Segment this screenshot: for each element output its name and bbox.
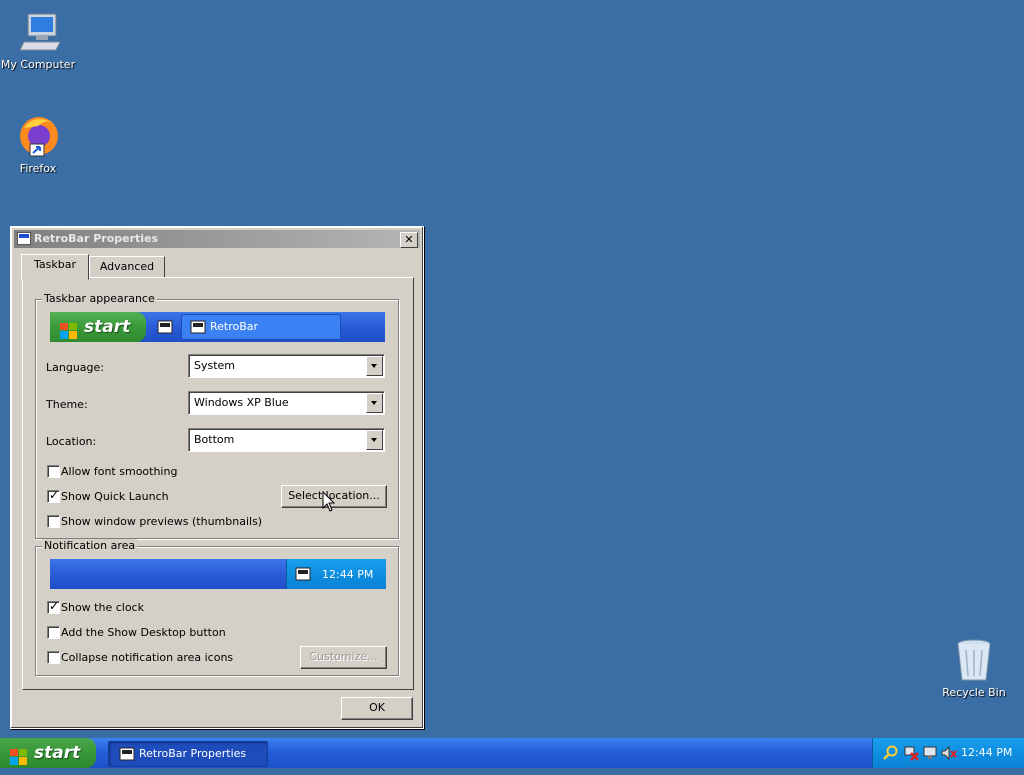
location-select[interactable]: Bottom — [188, 428, 385, 452]
checkbox-box[interactable]: ✓ — [47, 488, 60, 503]
preview-start-label: start — [84, 317, 131, 337]
tab-taskbar[interactable]: Taskbar — [21, 254, 89, 280]
search-icon[interactable] — [883, 745, 899, 761]
language-label: Language: — [46, 361, 104, 374]
preview-clock: 12:44 PM — [322, 568, 374, 581]
group-label: Taskbar appearance — [42, 292, 157, 305]
desktop-icon-label: Firefox — [19, 162, 57, 175]
recycle-bin-icon — [950, 636, 998, 684]
retrobar-icon — [119, 746, 135, 762]
system-tray: 12:44 PM — [872, 738, 1024, 768]
theme-select[interactable]: Windows XP Blue — [188, 391, 385, 415]
close-icon: ✕ — [404, 233, 414, 246]
mouse-cursor-icon — [322, 490, 336, 513]
checkbox-label: Show Quick Launch — [61, 490, 169, 503]
checkmark-icon: ✓ — [49, 488, 60, 502]
volume-muted-icon[interactable] — [941, 745, 957, 761]
checkbox-label: Show the clock — [61, 601, 144, 614]
quick-launch-icon — [157, 319, 173, 335]
network-error-icon[interactable] — [903, 745, 919, 761]
checkbox-box[interactable] — [47, 465, 60, 478]
language-select[interactable]: System — [188, 354, 385, 378]
retrobar-icon — [295, 566, 311, 582]
preview-start-button: start — [50, 312, 146, 342]
location-label: Location: — [46, 435, 97, 448]
language-value: System — [194, 359, 236, 372]
taskbar-preview: start RetroBar — [50, 312, 385, 342]
taskbar: start RetroBar Properties 12:44 PM — [0, 738, 1024, 768]
checkbox-label: Show window previews (thumbnails) — [61, 515, 263, 528]
desktop-icon-recycle-bin[interactable]: Recycle Bin — [936, 636, 1012, 699]
checkbox-box[interactable]: ✓ — [47, 599, 60, 614]
retrobar-icon — [190, 319, 206, 335]
taskbar-tab-panel: Taskbar appearance start RetroBar Langua… — [22, 277, 414, 690]
theme-label: Theme: — [46, 398, 88, 411]
button-label: Customize... — [309, 650, 378, 663]
theme-value: Windows XP Blue — [194, 396, 289, 409]
button-label: OK — [369, 701, 385, 714]
dropdown-arrow-icon[interactable] — [366, 430, 383, 450]
checkbox-box[interactable] — [47, 515, 60, 528]
taskbar-button-label: RetroBar Properties — [139, 747, 247, 760]
desktop-icon-label: Recycle Bin — [942, 686, 1006, 699]
preview-tray: 12:44 PM — [286, 559, 386, 589]
checkbox-label: Add the Show Desktop button — [61, 626, 226, 639]
group-label: Notification area — [42, 539, 138, 552]
preview-task-label: RetroBar — [210, 320, 259, 333]
monitor-icon[interactable] — [923, 745, 939, 761]
windows-logo-icon — [60, 319, 77, 339]
ok-button[interactable]: OK — [341, 697, 413, 720]
tab-label: Taskbar — [34, 258, 76, 271]
checkbox-box[interactable] — [47, 651, 60, 664]
window-app-icon — [17, 232, 31, 245]
location-value: Bottom — [194, 433, 235, 446]
windows-logo-icon — [10, 745, 27, 765]
taskbar-button-retrobar-properties[interactable]: RetroBar Properties — [108, 741, 268, 767]
title-bar[interactable]: RetroBar Properties ✕ — [14, 230, 420, 248]
dropdown-arrow-icon[interactable] — [366, 393, 383, 413]
firefox-icon — [14, 112, 62, 160]
desktop-icon-label: My Computer — [0, 58, 76, 71]
tab-label: Advanced — [99, 260, 155, 273]
notification-preview: 12:44 PM — [50, 559, 386, 589]
checkbox-label: Collapse notification area icons — [61, 651, 234, 664]
checkbox-box[interactable] — [47, 626, 60, 639]
customize-button[interactable]: Customize... — [300, 646, 387, 669]
checkbox-label: Allow font smoothing — [61, 465, 178, 478]
window-title: RetroBar Properties — [34, 232, 159, 245]
retrobar-properties-window: RetroBar Properties ✕ Taskbar Advanced T… — [10, 226, 424, 729]
close-button[interactable]: ✕ — [400, 232, 418, 248]
start-button[interactable]: start — [0, 738, 96, 768]
dropdown-arrow-icon[interactable] — [366, 356, 383, 376]
desktop-icon-firefox[interactable]: Firefox — [0, 112, 76, 175]
computer-icon — [14, 8, 62, 56]
checkmark-icon: ✓ — [49, 599, 60, 613]
preview-task-button: RetroBar — [181, 314, 341, 340]
taskbar-clock[interactable]: 12:44 PM — [961, 746, 1012, 759]
start-label: start — [34, 743, 81, 763]
desktop-icon-my-computer[interactable]: My Computer — [0, 8, 76, 71]
tab-advanced[interactable]: Advanced — [89, 256, 165, 278]
